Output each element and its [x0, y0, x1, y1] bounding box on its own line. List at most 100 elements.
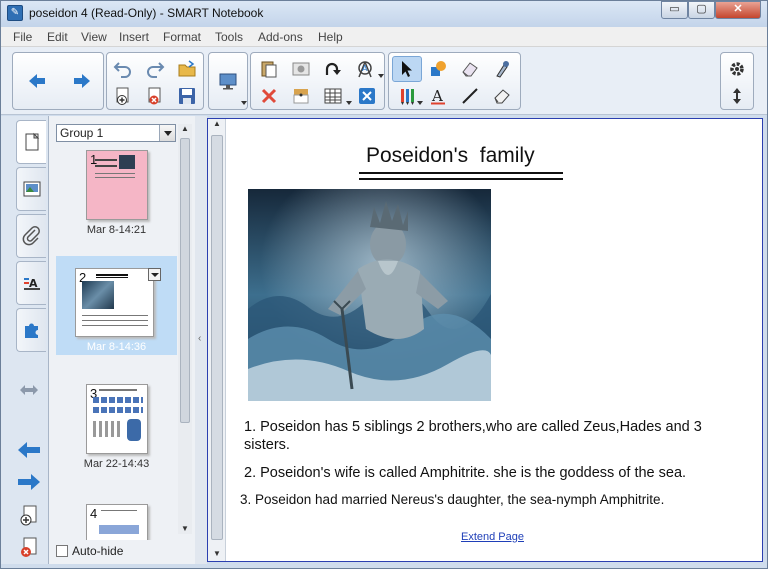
page-thumbnail-image: 2 — [75, 268, 154, 337]
minimize-button[interactable]: ▭ — [661, 1, 688, 19]
toolbar: A A — [1, 47, 767, 115]
gallery-tab[interactable] — [16, 167, 46, 211]
undo-icon[interactable] — [110, 56, 136, 82]
auto-hide-checkbox[interactable] — [56, 545, 68, 557]
auto-hide-label: Auto-hide — [72, 544, 124, 558]
page-thumbnail-image: 1 — [86, 150, 148, 220]
toolbar-options-group — [720, 52, 754, 110]
previous-page-icon[interactable] — [22, 68, 52, 94]
redo-icon[interactable] — [142, 56, 168, 82]
page-title[interactable]: Poseidon's family — [366, 144, 535, 168]
window-title: poseidon 4 (Read-Only) - SMART Notebook — [29, 6, 264, 20]
collapse-handle-icon[interactable]: ‹ — [198, 333, 201, 344]
file-edit-group — [106, 52, 204, 110]
page-thumbnail-1[interactable]: 1 Mar 8-14:21 — [56, 146, 177, 244]
page-thumbnail-3[interactable]: 3 Mar 22-14:43 — [56, 378, 177, 476]
svg-text:A: A — [431, 87, 443, 105]
magic-pen-icon[interactable] — [489, 56, 515, 82]
save-icon[interactable] — [174, 83, 200, 109]
swap-sides-icon[interactable] — [15, 378, 43, 402]
title-underline — [359, 178, 563, 180]
menu-format[interactable]: Format — [163, 30, 201, 44]
fact-marriage[interactable]: 3. Poseidon had married Nereus's daughte… — [240, 491, 664, 509]
sidebar-previous-page-icon[interactable] — [15, 438, 43, 462]
poseidon-image[interactable] — [248, 189, 491, 401]
eraser-icon[interactable] — [457, 56, 483, 82]
open-folder-icon[interactable] — [174, 56, 200, 82]
redo-arrow-icon[interactable] — [320, 56, 346, 82]
menu-help[interactable]: Help — [318, 30, 343, 44]
pens-icon[interactable] — [392, 83, 422, 109]
add-ons-tab[interactable] — [16, 308, 46, 352]
menu-add-ons[interactable]: Add-ons — [258, 30, 303, 44]
shapes-icon[interactable] — [425, 56, 451, 82]
display-dropdown-icon[interactable] — [241, 101, 247, 105]
menu-file[interactable]: File — [13, 30, 32, 44]
page-thumbnail-image: 4 — [86, 504, 148, 540]
close-button[interactable]: ✕ — [715, 1, 761, 19]
fact-wife[interactable]: 2. Poseidon's wife is called Amphitrite.… — [244, 464, 686, 482]
properties-tab[interactable]: A — [16, 261, 46, 305]
math-tools-icon[interactable]: A — [352, 56, 378, 82]
delete-icon[interactable] — [256, 83, 282, 109]
scroll-up-icon[interactable]: ▲ — [181, 124, 189, 133]
menu-view[interactable]: View — [81, 30, 107, 44]
app-window: ✎ poseidon 4 (Read-Only) - SMART Noteboo… — [0, 0, 768, 569]
side-tab-strip: A — [1, 116, 48, 564]
page-sorter-tab[interactable] — [16, 120, 46, 164]
pens-dropdown-icon[interactable] — [417, 101, 423, 105]
screen-shade-icon[interactable] — [288, 83, 314, 109]
next-page-icon[interactable] — [67, 68, 97, 94]
table-icon[interactable] — [320, 83, 346, 109]
move-toolbar-icon[interactable] — [724, 83, 750, 109]
notebook-page-canvas[interactable]: ▲ ▼ Poseidon's family 1. Poseidon has 5 … — [207, 118, 763, 562]
extend-page-link[interactable]: Extend Page — [461, 531, 524, 543]
maximize-button[interactable]: ▢ — [688, 1, 715, 19]
page-number: 4 — [90, 506, 98, 521]
table-dropdown-icon[interactable] — [346, 101, 352, 105]
title-bar: ✎ poseidon 4 (Read-Only) - SMART Noteboo… — [1, 1, 767, 27]
scroll-down-icon[interactable]: ▼ — [181, 524, 189, 533]
settings-gear-icon[interactable] — [724, 56, 750, 82]
sidebar-delete-page-icon[interactable] — [15, 536, 43, 560]
attachments-icon — [22, 226, 40, 246]
page-thumbnail-4[interactable]: 4 — [56, 500, 177, 540]
scroll-up-icon[interactable]: ▲ — [213, 119, 221, 128]
sidebar-add-page-icon[interactable] — [15, 504, 43, 528]
page-sorter-scrollbar[interactable]: ▲ ▼ — [178, 124, 192, 534]
fullscreen-toggle-icon[interactable] — [354, 83, 380, 109]
scroll-down-icon[interactable]: ▼ — [213, 549, 221, 558]
group-select[interactable]: Group 1 — [56, 124, 176, 142]
menu-insert[interactable]: Insert — [119, 30, 149, 44]
page-navigation-group — [12, 52, 104, 110]
svg-text:A: A — [362, 64, 368, 73]
chevron-down-icon[interactable] — [159, 125, 175, 141]
scrollbar-thumb[interactable] — [211, 135, 223, 540]
page-thumbnail-2[interactable]: 2 Mar 8-14:36 — [56, 256, 177, 355]
menu-bar: File Edit View Insert Format Tools Add-o… — [1, 27, 767, 47]
menu-tools[interactable]: Tools — [215, 30, 243, 44]
properties-icon: A — [23, 277, 40, 290]
line-icon[interactable] — [457, 83, 483, 109]
creative-eraser-icon[interactable] — [489, 83, 515, 109]
attachments-tab[interactable] — [16, 214, 46, 258]
scrollbar-thumb[interactable] — [180, 138, 190, 423]
title-underline — [359, 172, 563, 174]
text-icon[interactable]: A — [425, 83, 451, 109]
smart-notebook-app-icon: ✎ — [7, 5, 23, 21]
group-select-value: Group 1 — [60, 126, 104, 140]
paste-icon[interactable] — [256, 56, 282, 82]
math-tools-dropdown-icon[interactable] — [378, 74, 384, 78]
screen-capture-icon[interactable] — [288, 56, 314, 82]
screen-shade-display-icon[interactable] — [215, 68, 241, 94]
page-menu-dropdown-icon[interactable] — [148, 268, 161, 281]
canvas-scrollbar[interactable]: ▲ ▼ — [208, 119, 226, 561]
add-page-icon[interactable] — [110, 83, 136, 109]
fact-siblings[interactable]: 1. Poseidon has 5 siblings 2 brothers,wh… — [244, 418, 714, 454]
delete-page-icon[interactable] — [142, 83, 168, 109]
auto-hide-toggle[interactable]: Auto-hide — [56, 544, 123, 558]
sidebar-next-page-icon[interactable] — [15, 470, 43, 494]
panel-splitter[interactable]: ‹ — [195, 116, 207, 564]
select-icon[interactable] — [392, 56, 422, 82]
menu-edit[interactable]: Edit — [47, 30, 68, 44]
